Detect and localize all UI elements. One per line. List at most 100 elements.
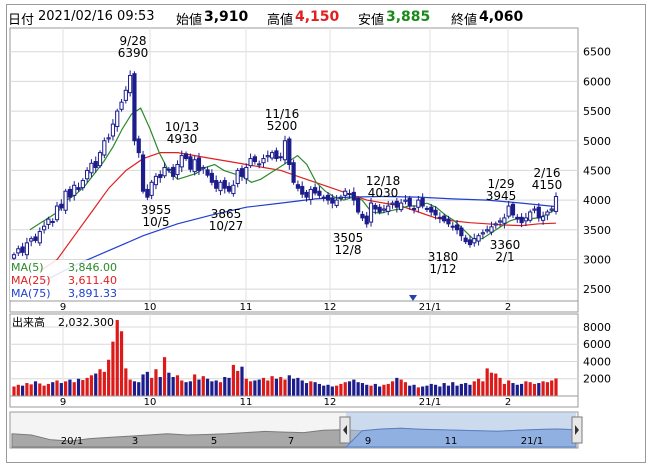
candle-body <box>446 218 451 225</box>
candle-body <box>93 161 98 168</box>
volume-bar <box>330 386 334 396</box>
candle-body <box>149 181 154 196</box>
volume-bar <box>107 359 111 396</box>
volume-bar <box>373 383 377 396</box>
volume-y-tick-label: 2000 <box>583 373 611 386</box>
volume-bar <box>85 377 89 396</box>
candle-body <box>226 185 232 192</box>
volume-bar <box>408 385 412 396</box>
volume-bar <box>421 386 425 396</box>
volume-bar <box>51 382 55 396</box>
candle-body <box>222 180 227 189</box>
volume-bar <box>283 379 287 396</box>
candle-body <box>123 89 128 101</box>
candle-body <box>364 215 369 225</box>
navigator-tick-label: 7 <box>288 436 294 447</box>
volume-bar <box>390 381 395 396</box>
candle-body <box>338 196 344 199</box>
volume-bar <box>72 382 76 396</box>
candle-body <box>205 169 210 176</box>
volume-bar <box>154 369 158 396</box>
volume-bar <box>25 383 29 396</box>
candle-body <box>540 216 546 221</box>
navigator-tick-label: 21/1 <box>521 436 543 447</box>
annotation-bottom-label: 10/5 <box>143 215 170 229</box>
candle-body <box>282 140 288 161</box>
candle-body <box>89 162 94 174</box>
price-y-tick-label: 6000 <box>583 75 611 88</box>
candle-body <box>175 164 180 176</box>
volume-bar <box>532 383 537 396</box>
volume-bar <box>89 375 94 396</box>
volume-y-axis: 8000 6000 4000 2000 <box>583 321 611 386</box>
candle-body <box>231 184 236 195</box>
volume-bar <box>369 385 373 396</box>
volume-bar <box>541 381 545 396</box>
volume-bar <box>442 383 446 396</box>
volume-bar <box>433 384 438 396</box>
volume-bar <box>550 380 554 396</box>
candle-body <box>29 238 34 242</box>
volume-bar <box>201 376 205 396</box>
candle-body <box>411 207 417 210</box>
candle-body <box>136 138 141 154</box>
candle-body <box>265 155 270 158</box>
volume-bar <box>197 379 201 396</box>
volume-bar <box>76 378 81 396</box>
candle-body <box>450 225 455 228</box>
volume-x-tick-label: 12 <box>324 397 337 408</box>
volume-bar <box>322 385 326 396</box>
volume-bar <box>21 385 25 396</box>
price-y-tick-label: 3500 <box>583 224 611 237</box>
price-y-axis: 6500 6000 5500 5000 4500 4000 3500 3000 2500 <box>583 46 611 296</box>
annotation-bottom-label: 10/27 <box>209 219 244 233</box>
volume-bar <box>167 372 171 396</box>
volume-bar <box>494 373 498 396</box>
price-y-tick-label: 5000 <box>583 135 611 148</box>
volume-bar <box>261 377 266 396</box>
volume-x-tick-label: 9 <box>60 397 66 408</box>
candle-body <box>119 101 124 110</box>
candle-body <box>429 206 434 213</box>
candle-body <box>317 190 322 196</box>
volume-bar <box>524 381 528 396</box>
price-x-tick-label: 9 <box>60 302 66 313</box>
volume-bar <box>459 383 463 396</box>
candle-body <box>351 191 356 201</box>
candle-body <box>515 216 520 220</box>
volume-bar <box>339 383 343 396</box>
candle-body <box>115 110 120 128</box>
candle-body <box>454 224 460 231</box>
volume-bar <box>253 380 257 396</box>
candle-body <box>97 152 103 167</box>
candle-body <box>407 197 412 207</box>
navigator-tick-label: 3 <box>132 436 138 447</box>
volume-bar <box>270 376 274 396</box>
annotation-bottom-label: 2/1 <box>495 250 514 264</box>
candle-body <box>433 209 438 216</box>
candle-body <box>42 225 47 231</box>
volume-bar <box>150 377 154 396</box>
candle-body <box>85 169 90 180</box>
candle-body <box>72 184 77 196</box>
volume-bar <box>257 379 261 396</box>
candle-body <box>330 197 335 204</box>
candle-body <box>192 159 197 173</box>
volume-x-tick-label: 21/1 <box>419 397 441 408</box>
volume-bar <box>382 384 386 396</box>
price-x-tick-label: 21/1 <box>419 302 441 313</box>
candle-body <box>158 174 163 179</box>
candle-body <box>287 138 292 166</box>
volume-bar <box>545 382 549 396</box>
candle-body <box>536 206 541 219</box>
volume-bar <box>296 377 300 396</box>
annotation-bottom-label: 5200 <box>267 119 298 133</box>
candle-body <box>386 205 391 212</box>
volume-bar <box>115 320 119 396</box>
annotation-bottom-label: 12/8 <box>335 243 362 257</box>
candle-body <box>472 238 477 244</box>
candle-body <box>209 172 214 183</box>
candle-body <box>493 223 498 226</box>
volume-bar <box>446 385 451 396</box>
candle-body <box>381 208 387 211</box>
